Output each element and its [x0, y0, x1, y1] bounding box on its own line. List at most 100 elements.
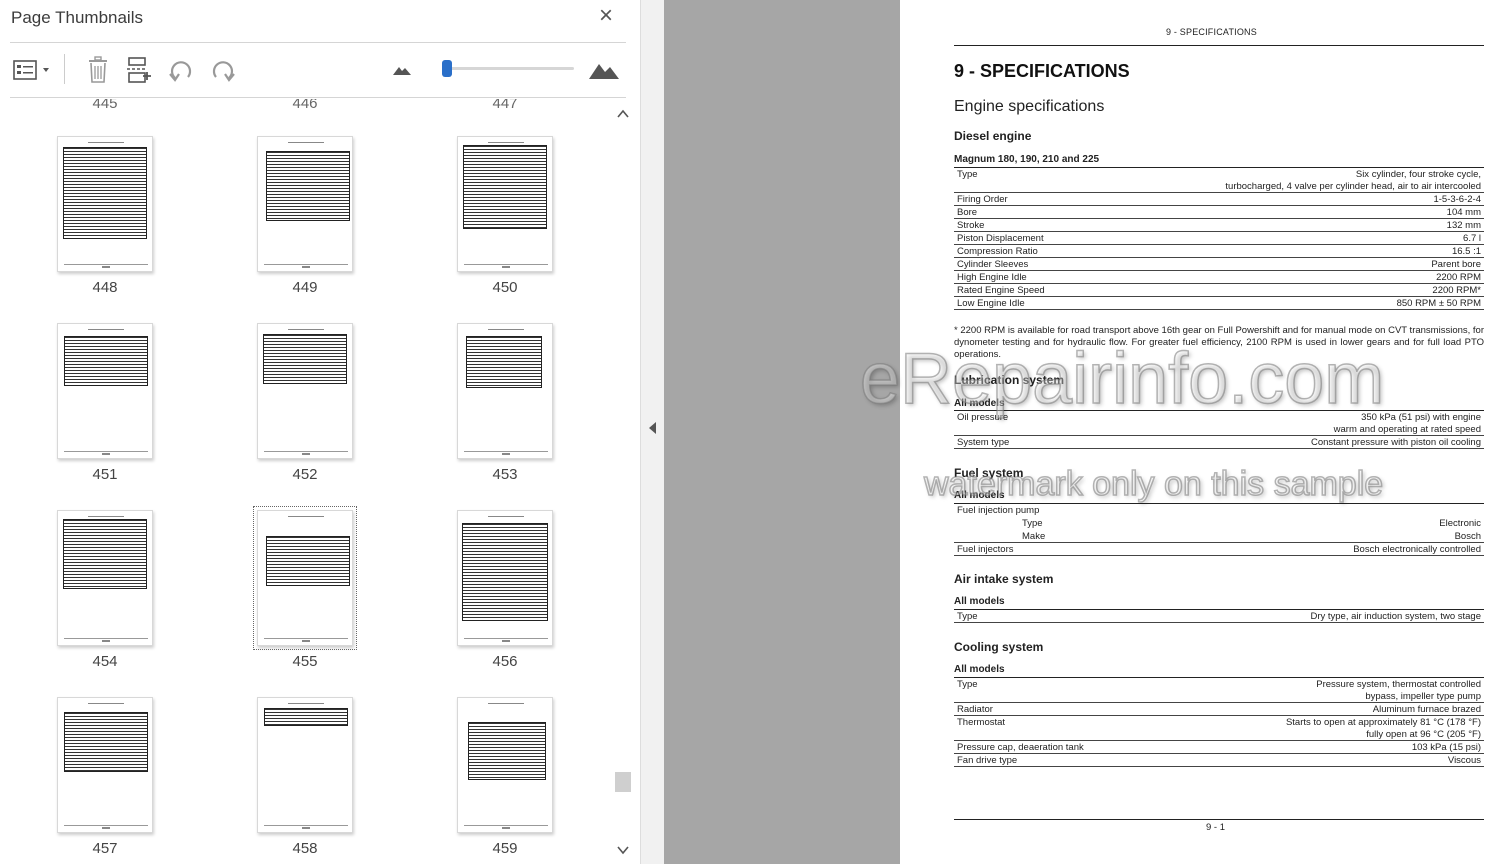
spec-row: Type Dry type, air induction system, two…	[954, 610, 1484, 623]
thumbnail-page-image[interactable]	[257, 697, 353, 833]
spec-label: Rated Engine Speed	[957, 285, 1045, 296]
spec-sublabel: Type	[1022, 518, 1043, 529]
spec-label: Radiator	[957, 704, 993, 715]
spec-value-continued: bypass, impeller type pump	[1365, 691, 1481, 702]
spec-label: Low Engine Idle	[957, 298, 1025, 309]
spec-value: 16.5 :1	[1451, 246, 1481, 257]
spec-row: Radiator Aluminum furnace brazed	[954, 703, 1484, 716]
spec-value: 6.7 l	[1463, 233, 1481, 244]
thumbnail-page-image[interactable]	[57, 323, 153, 459]
spec-row: Make Bosch	[954, 530, 1484, 543]
spec-row: Firing Order 1-5-3-6-2-4	[954, 193, 1484, 206]
spec-value: 2200 RPM*	[1432, 285, 1481, 296]
thumbnail-page-number: 456	[492, 653, 518, 670]
spec-value: Pressure system, thermostat controlled	[1316, 679, 1481, 690]
insert-page-icon	[127, 57, 151, 83]
spec-row: Thermostat Starts to open at approximatel…	[954, 716, 1484, 741]
panel-title: Page Thumbnails	[11, 8, 143, 27]
spec-row: Piston Displacement 6.7 l	[954, 232, 1484, 245]
zoom-in-thumbnails-button[interactable]	[588, 54, 620, 86]
scrollbar-thumb[interactable]	[615, 772, 631, 792]
thumbnail-page-number: 458	[292, 840, 318, 857]
thumbnail-page-image[interactable]	[457, 136, 553, 272]
divider	[10, 42, 626, 43]
spec-row: Type Pressure system, thermostat controll…	[954, 678, 1484, 703]
spec-row: Stroke 132 mm	[954, 219, 1484, 232]
spec-value: 850 RPM ± 50 RPM	[1396, 298, 1481, 309]
pdf-viewer: Page Thumbnails × 445 446 447 448 449 45…	[0, 0, 1505, 864]
thumbnail-page-image[interactable]	[57, 136, 153, 272]
spec-value: Dry type, air induction system, two stag…	[1310, 611, 1481, 622]
trash-icon	[89, 56, 107, 83]
spec-value: 103 kPa (15 psi)	[1411, 742, 1481, 753]
spec-value: Starts to open at approximately 81 °C (1…	[1285, 717, 1481, 728]
spec-value: Aluminum furnace brazed	[1372, 704, 1481, 715]
spec-label: Pressure cap, deaeration tank	[957, 742, 1084, 753]
page-options-icon	[13, 60, 49, 80]
cooling-heading: Cooling system	[954, 640, 1044, 654]
thumbnail-page-image[interactable]	[257, 136, 353, 272]
scroll-down-icon[interactable]	[616, 843, 630, 857]
thumbnail-page-image[interactable]	[57, 510, 153, 646]
insert-pages-button[interactable]	[123, 54, 155, 86]
spec-row: Pressure cap, deaeration tank 103 kPa (15…	[954, 741, 1484, 754]
spec-value: Viscous	[1447, 755, 1481, 766]
spec-label: Stroke	[957, 220, 985, 231]
delete-pages-button[interactable]	[82, 54, 114, 86]
spec-value: 2200 RPM	[1436, 272, 1481, 283]
spec-value-continued: turbocharged, 4 valve per cylinder head,…	[1225, 181, 1481, 192]
thumbnail-page-number: 448	[92, 279, 118, 296]
thumbnail-scrollbar[interactable]	[612, 99, 634, 864]
spec-label: Bore	[957, 207, 978, 218]
zoom-out-thumbnails-button[interactable]	[386, 54, 418, 86]
spec-row: Rated Engine Speed 2200 RPM*	[954, 284, 1484, 297]
spec-value: Constant pressure with piston oil coolin…	[1310, 437, 1481, 448]
thumbnail-label-partial: 447	[492, 99, 518, 112]
lubrication-heading: Lubrication system	[954, 373, 1065, 387]
thumbnail-page-image[interactable]	[57, 697, 153, 833]
thumbnail-page-number: 449	[292, 279, 318, 296]
page-number: 9 - 1	[1206, 822, 1226, 833]
page-options-button[interactable]	[10, 54, 54, 86]
spec-row: Oil pressure 350 kPa (51 psi) with engine…	[954, 411, 1484, 436]
air-intake-models: All models	[954, 596, 1005, 607]
spec-label: Type	[957, 679, 978, 690]
close-panel-button[interactable]: ×	[594, 4, 618, 29]
thumbnails-toolbar	[10, 50, 626, 90]
document-page: 9 - SPECIFICATIONS 9 - SPECIFICATIONS En…	[900, 0, 1505, 864]
page-thumbnails-panel: Page Thumbnails × 445 446 447 448 449 45…	[0, 0, 640, 864]
spec-row: System type Constant pressure with piston…	[954, 436, 1484, 449]
header-rule	[954, 45, 1484, 46]
spec-label: Type	[957, 169, 978, 180]
spec-label: Fuel injectors	[957, 544, 1014, 555]
spec-value: Six cylinder, four stroke cycle,	[1355, 169, 1481, 180]
spec-sublabel: Make	[1022, 531, 1046, 542]
thumbnail-page-image[interactable]	[457, 323, 553, 459]
scroll-up-icon[interactable]	[616, 107, 630, 121]
thumbnail-page-image[interactable]	[253, 506, 357, 650]
thumbnail-page-number: 450	[492, 279, 518, 296]
spec-label: Oil pressure	[957, 412, 1009, 423]
diesel-models: Magnum 180, 190, 210 and 225	[954, 154, 1100, 165]
spec-label: Cylinder Sleeves	[957, 259, 1029, 270]
lubrication-models: All models	[954, 398, 1005, 409]
thumbnail-page-image[interactable]	[457, 510, 553, 646]
spec-label: Fuel injection pump	[957, 505, 1040, 516]
page-title: 9 - SPECIFICATIONS	[954, 61, 1130, 81]
thumbnail-size-slider[interactable]	[442, 67, 574, 70]
thumbnail-page-number: 452	[292, 466, 318, 483]
spec-row: Bore 104 mm	[954, 206, 1484, 219]
spec-row: Low Engine Idle 850 RPM ± 50 RPM	[954, 297, 1484, 310]
spec-row: Compression Ratio 16.5 :1	[954, 245, 1484, 258]
section-subtitle: Engine specifications	[954, 98, 1105, 115]
thumbnail-page-number: 453	[492, 466, 518, 483]
toolbar-divider	[64, 54, 65, 84]
slider-handle[interactable]	[442, 60, 452, 77]
rotate-counterclockwise-button[interactable]	[165, 54, 197, 86]
spec-label: Firing Order	[957, 194, 1008, 205]
thumbnail-page-image[interactable]	[457, 697, 553, 833]
rotate-clockwise-button[interactable]	[207, 54, 239, 86]
collapse-panel-arrow-icon[interactable]	[649, 422, 656, 434]
thumbnail-page-image[interactable]	[257, 323, 353, 459]
spec-row: Fuel injection pump	[954, 504, 1484, 518]
